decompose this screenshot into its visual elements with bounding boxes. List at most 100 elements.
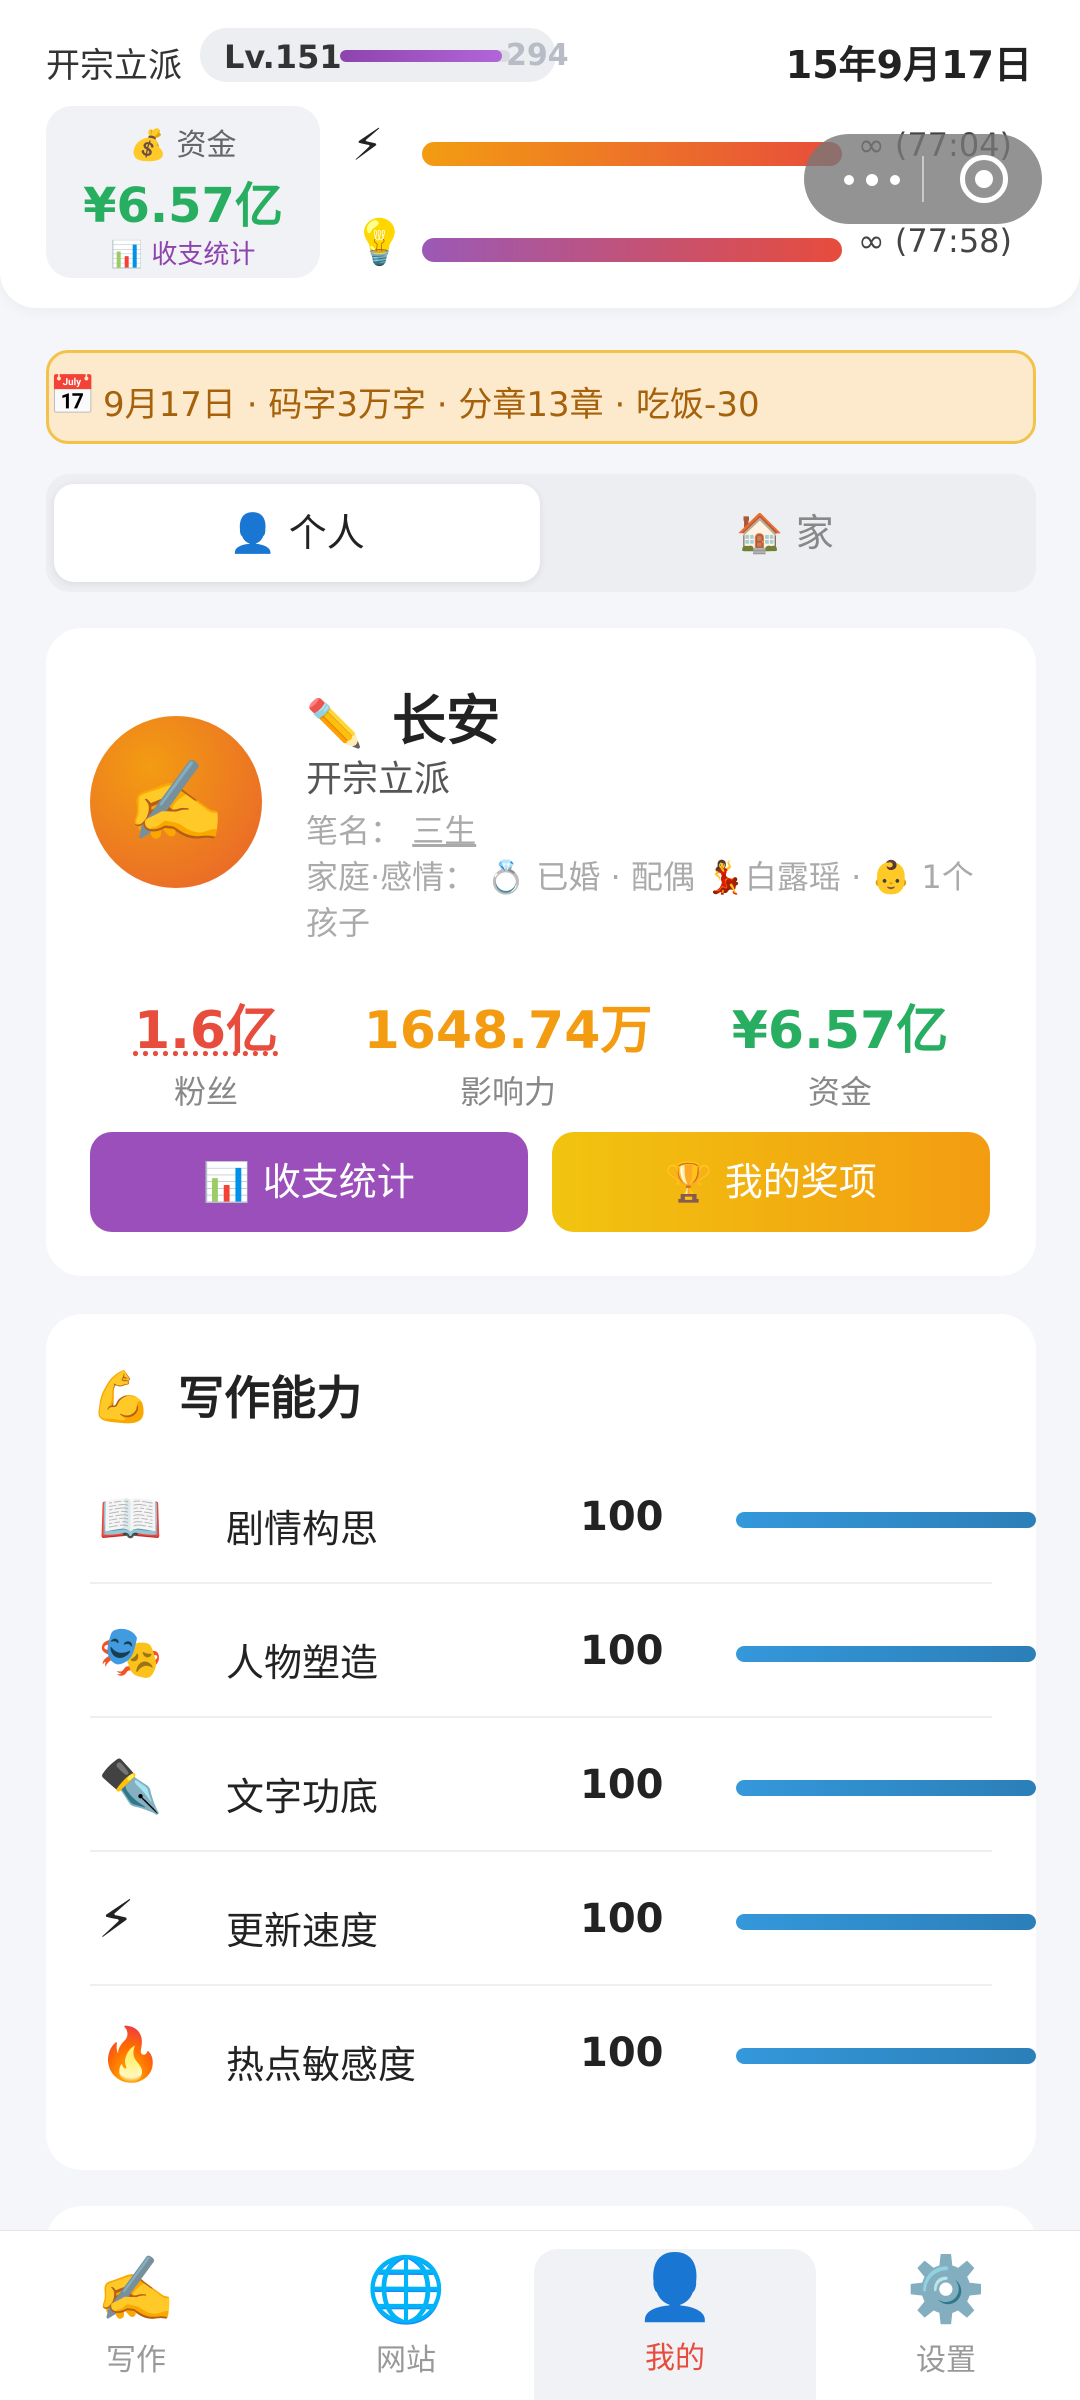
ability-bar-fill: [736, 2048, 1036, 2064]
theater-masks-icon: 🎭: [98, 1623, 163, 1683]
ability-trend-sense: 🔥 热点敏感度 100: [90, 1986, 1036, 2120]
influence-stat: 1648.74万 影响力: [358, 988, 658, 1113]
fans-label: 粉丝: [173, 1073, 238, 1111]
nav-me-label: 我的: [645, 2341, 705, 2376]
level-progress-bar: [340, 50, 510, 62]
fountain-pen-icon: ✒️: [98, 1757, 163, 1817]
money-bag-icon: 💰: [129, 128, 167, 163]
ability-bar: [736, 2048, 1036, 2064]
close-miniprogram-button[interactable]: [960, 155, 1008, 203]
ability-bar: [736, 1914, 1036, 1930]
inspiration-text: ∞ (77:58): [858, 222, 1013, 260]
pencil-icon: ✏️: [306, 696, 364, 750]
gear-icon: ⚙️: [906, 2253, 986, 2327]
level-pill[interactable]: Lv.151 294: [200, 28, 569, 82]
nav-website-label: 网站: [376, 2343, 436, 2378]
pen-name-value[interactable]: 三生: [412, 812, 476, 850]
ability-name: 人物塑造: [226, 1641, 379, 1685]
daily-notice-text: 9月17日 · 码字3万字 · 分章13章 · 吃饭-30: [103, 385, 760, 425]
daily-notice: 📅 9月17日 · 码字3万字 · 分章13章 · 吃饭-30: [46, 350, 1036, 444]
ability-character: 🎭 人物塑造 100: [90, 1584, 1036, 1718]
tab-home-label: 家: [795, 511, 834, 555]
inspiration-bar: [422, 238, 842, 262]
ability-bar-fill: [736, 1780, 1036, 1796]
miniprogram-capsule: [804, 134, 1042, 224]
level-progress-fill: [340, 50, 502, 62]
profile-card: ✍️ ✏️ 长安 开宗立派 笔名： 三生 家庭·感情： 💍 已婚 · 配偶 💃白…: [46, 628, 1036, 1276]
ability-name: 文字功底: [226, 1775, 379, 1819]
funds-label: 💰 资金: [46, 120, 320, 164]
game-date: 15年9月17日: [785, 43, 1032, 87]
bottom-nav: ✍️ 写作 🌐 网站 👤 我的 ⚙️ 设置: [0, 2230, 1080, 2400]
level-max: 294: [506, 38, 569, 73]
lightning-icon: ⚡: [352, 120, 383, 171]
funds-stat: ¥6.57亿 资金: [690, 988, 990, 1113]
ability-bar: [736, 1512, 1036, 1528]
writing-ability-card: 💪 写作能力 📖 剧情构思 100 🎭 人物塑造 100 ✒️ 文字功底 100 ⚡ 更新速度 100…: [46, 1314, 1036, 2170]
author-name-text: 长安: [392, 689, 501, 752]
energy-bar: [422, 142, 842, 166]
nav-website[interactable]: 🌐 网站: [306, 2251, 506, 2400]
nav-settings-label: 设置: [916, 2343, 976, 2378]
ability-plot: 📖 剧情构思 100: [90, 1450, 1036, 1584]
income-stats-link-text: 收支统计: [151, 240, 256, 270]
ability-value: 100: [580, 2030, 664, 2076]
lightning-icon: ⚡: [98, 1890, 135, 1950]
tab-home[interactable]: 🏠 家: [542, 484, 1028, 582]
bar-chart-icon: 📊: [110, 240, 144, 270]
ability-value: 100: [580, 1896, 664, 1942]
ability-bar: [736, 1780, 1036, 1796]
author-title: 开宗立派: [306, 759, 451, 800]
fire-icon: 🔥: [98, 2025, 163, 2085]
level-label: Lv.151: [224, 38, 342, 76]
nav-me[interactable]: 👤 我的: [534, 2249, 816, 2400]
funds-label-text: 资金: [176, 128, 237, 163]
lightbulb-icon: 💡: [352, 217, 407, 268]
influence-label: 影响力: [459, 1073, 556, 1111]
my-awards-button[interactable]: 🏆 我的奖项: [552, 1132, 990, 1232]
tab-bar: 👤 个人 🏠 家: [46, 474, 1036, 592]
fans-value: 1.6亿: [133, 1001, 279, 1061]
ability-name: 剧情构思: [226, 1507, 379, 1551]
writing-hand-icon: ✍️: [96, 2253, 176, 2327]
ability-update-speed: ⚡ 更新速度 100: [90, 1852, 1036, 1986]
ability-prose: ✒️ 文字功底 100: [90, 1718, 1036, 1852]
person-icon: 👤: [635, 2251, 715, 2325]
tab-personal-label: 个人: [288, 511, 365, 555]
avatar[interactable]: ✍️: [90, 716, 262, 888]
fans-stat[interactable]: 1.6亿 粉丝: [56, 988, 356, 1113]
writing-ability-title-text: 写作能力: [178, 1371, 363, 1425]
ability-value: 100: [580, 1762, 664, 1808]
more-menu-button[interactable]: [834, 162, 914, 196]
writing-hand-icon: ✍️: [126, 755, 226, 848]
tab-personal[interactable]: 👤 个人: [54, 484, 540, 582]
income-stats-button[interactable]: 📊 收支统计: [90, 1132, 528, 1232]
family-info: 家庭·感情： 💍 已婚 · 配偶 💃白露瑶 · 👶 1个 孩子: [306, 854, 986, 946]
funds-box[interactable]: 💰 资金 ¥6.57亿 📊 收支统计: [46, 106, 320, 278]
flexed-biceps-icon: 💪: [90, 1368, 153, 1426]
status-header: 开宗立派 Lv.151 294 15年9月17日 💰 资金 ¥6.57亿 📊 收…: [0, 0, 1080, 308]
ability-name: 更新速度: [226, 1909, 379, 1953]
house-icon: 🏠: [736, 511, 784, 555]
ability-bar-fill: [736, 1646, 1036, 1662]
funds-value: ¥6.57亿: [83, 178, 283, 234]
family-info-line2: 孩子: [306, 904, 371, 942]
influence-value: 1648.74万: [363, 1001, 653, 1061]
ability-bar-fill: [736, 1914, 1036, 1930]
ability-bar-fill: [736, 1512, 1036, 1528]
author-name: ✏️ 长安: [306, 676, 500, 755]
funds-stat-label: 资金: [807, 1073, 872, 1111]
open-book-icon: 📖: [98, 1489, 163, 1549]
person-icon: 👤: [229, 511, 277, 555]
globe-icon: 🌐: [366, 2253, 446, 2327]
income-stats-link[interactable]: 📊 收支统计: [46, 234, 320, 271]
nav-settings[interactable]: ⚙️ 设置: [846, 2251, 1046, 2400]
nav-write[interactable]: ✍️ 写作: [36, 2251, 236, 2400]
ability-bar: [736, 1646, 1036, 1662]
ability-name: 热点敏感度: [226, 2043, 417, 2087]
ability-value: 100: [580, 1628, 664, 1674]
ability-value: 100: [580, 1494, 664, 1540]
rank-title: 开宗立派: [46, 46, 182, 86]
funds-stat-value: ¥6.57亿: [731, 1001, 949, 1061]
pen-name-label: 笔名：: [306, 812, 403, 850]
